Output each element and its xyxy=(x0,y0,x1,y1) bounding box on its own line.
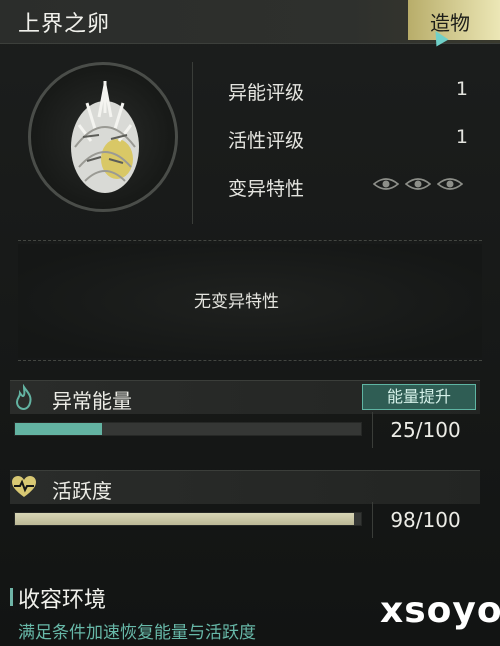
activity-rating-value: 1 xyxy=(455,126,468,148)
egg-image xyxy=(71,81,139,193)
section-marker xyxy=(10,588,13,606)
divider-top xyxy=(18,240,482,241)
watermark-logo: xsoyo xyxy=(380,590,500,631)
eye-icon xyxy=(405,178,431,190)
heart-pulse-icon xyxy=(12,476,36,497)
item-detail-panel: 上界之卵 造物 异能评级 1 活性评级 1 变异特性 无变异特性 异常能量 能量… xyxy=(0,0,500,646)
mutation-trait-label: 变异特性 xyxy=(228,178,305,200)
item-title: 上界之卵 xyxy=(18,12,111,37)
eye-icon xyxy=(437,178,463,190)
divider-bottom xyxy=(18,360,482,361)
ability-rating-label: 异能评级 xyxy=(228,82,305,104)
portrait-divider xyxy=(192,62,193,224)
environment-subtitle: 满足条件加速恢复能量与活跃度 xyxy=(18,623,256,643)
category-tab[interactable]: 造物 xyxy=(408,0,500,40)
energy-value: 25/100 xyxy=(372,412,478,448)
energy-label: 异常能量 xyxy=(52,389,132,413)
environment-title: 收容环境 xyxy=(18,588,107,613)
header-bar: 上界之卵 造物 xyxy=(0,0,500,47)
eye-icon xyxy=(373,178,399,190)
item-portrait xyxy=(28,62,178,212)
no-mutation-text: 无变异特性 xyxy=(194,292,279,312)
activity-rating-label: 活性评级 xyxy=(228,130,305,152)
ability-rating-value: 1 xyxy=(455,78,468,100)
energy-boost-button[interactable]: 能量提升 xyxy=(362,384,476,410)
vitality-value: 98/100 xyxy=(372,502,478,538)
energy-fill xyxy=(15,423,102,435)
energy-track xyxy=(14,422,362,436)
mutation-slots xyxy=(373,176,463,192)
vitality-fill xyxy=(15,513,354,525)
vitality-track xyxy=(14,512,362,526)
flame-icon xyxy=(15,384,32,411)
vitality-label: 活跃度 xyxy=(52,479,112,503)
